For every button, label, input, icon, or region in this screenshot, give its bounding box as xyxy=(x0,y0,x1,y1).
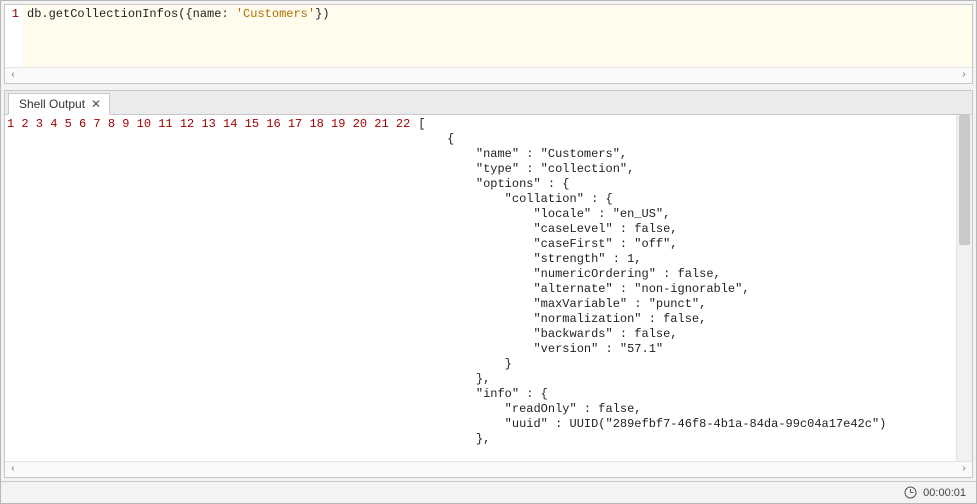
clock-icon xyxy=(904,486,917,499)
tab-shell-output[interactable]: Shell Output ✕ xyxy=(8,93,110,115)
output-pane: Shell Output ✕ 1 2 3 4 5 6 7 8 9 10 11 1… xyxy=(4,90,973,478)
scroll-left-icon[interactable]: ‹ xyxy=(7,70,19,82)
editor-gutter: 1 xyxy=(5,5,23,67)
tab-label: Shell Output xyxy=(19,97,85,111)
output-vertical-scrollbar[interactable] xyxy=(956,115,972,461)
editor-body: 1 db.getCollectionInfos({name: 'Customer… xyxy=(5,5,972,67)
scrollbar-thumb[interactable] xyxy=(959,115,970,245)
output-tabbar: Shell Output ✕ xyxy=(5,91,972,115)
output-gutter: 1 2 3 4 5 6 7 8 9 10 11 12 13 14 15 16 1… xyxy=(5,115,414,461)
close-icon[interactable]: ✕ xyxy=(91,97,101,111)
output-body: 1 2 3 4 5 6 7 8 9 10 11 12 13 14 15 16 1… xyxy=(5,115,972,461)
scroll-right-icon[interactable]: › xyxy=(958,70,970,82)
editor-horizontal-scrollbar[interactable]: ‹ › xyxy=(5,67,972,83)
app-window: 1 db.getCollectionInfos({name: 'Customer… xyxy=(0,0,977,504)
elapsed-time: 00:00:01 xyxy=(923,487,966,499)
output-horizontal-scrollbar[interactable]: ‹ › xyxy=(5,461,972,477)
scroll-left-icon[interactable]: ‹ xyxy=(7,464,19,476)
output-code[interactable]: [ { "name" : "Customers", "type" : "coll… xyxy=(414,115,956,461)
editor-code[interactable]: db.getCollectionInfos({name: 'Customers'… xyxy=(23,5,972,67)
editor-pane: 1 db.getCollectionInfos({name: 'Customer… xyxy=(4,4,973,84)
status-bar: 00:00:01 xyxy=(1,481,976,503)
scroll-right-icon[interactable]: › xyxy=(958,464,970,476)
